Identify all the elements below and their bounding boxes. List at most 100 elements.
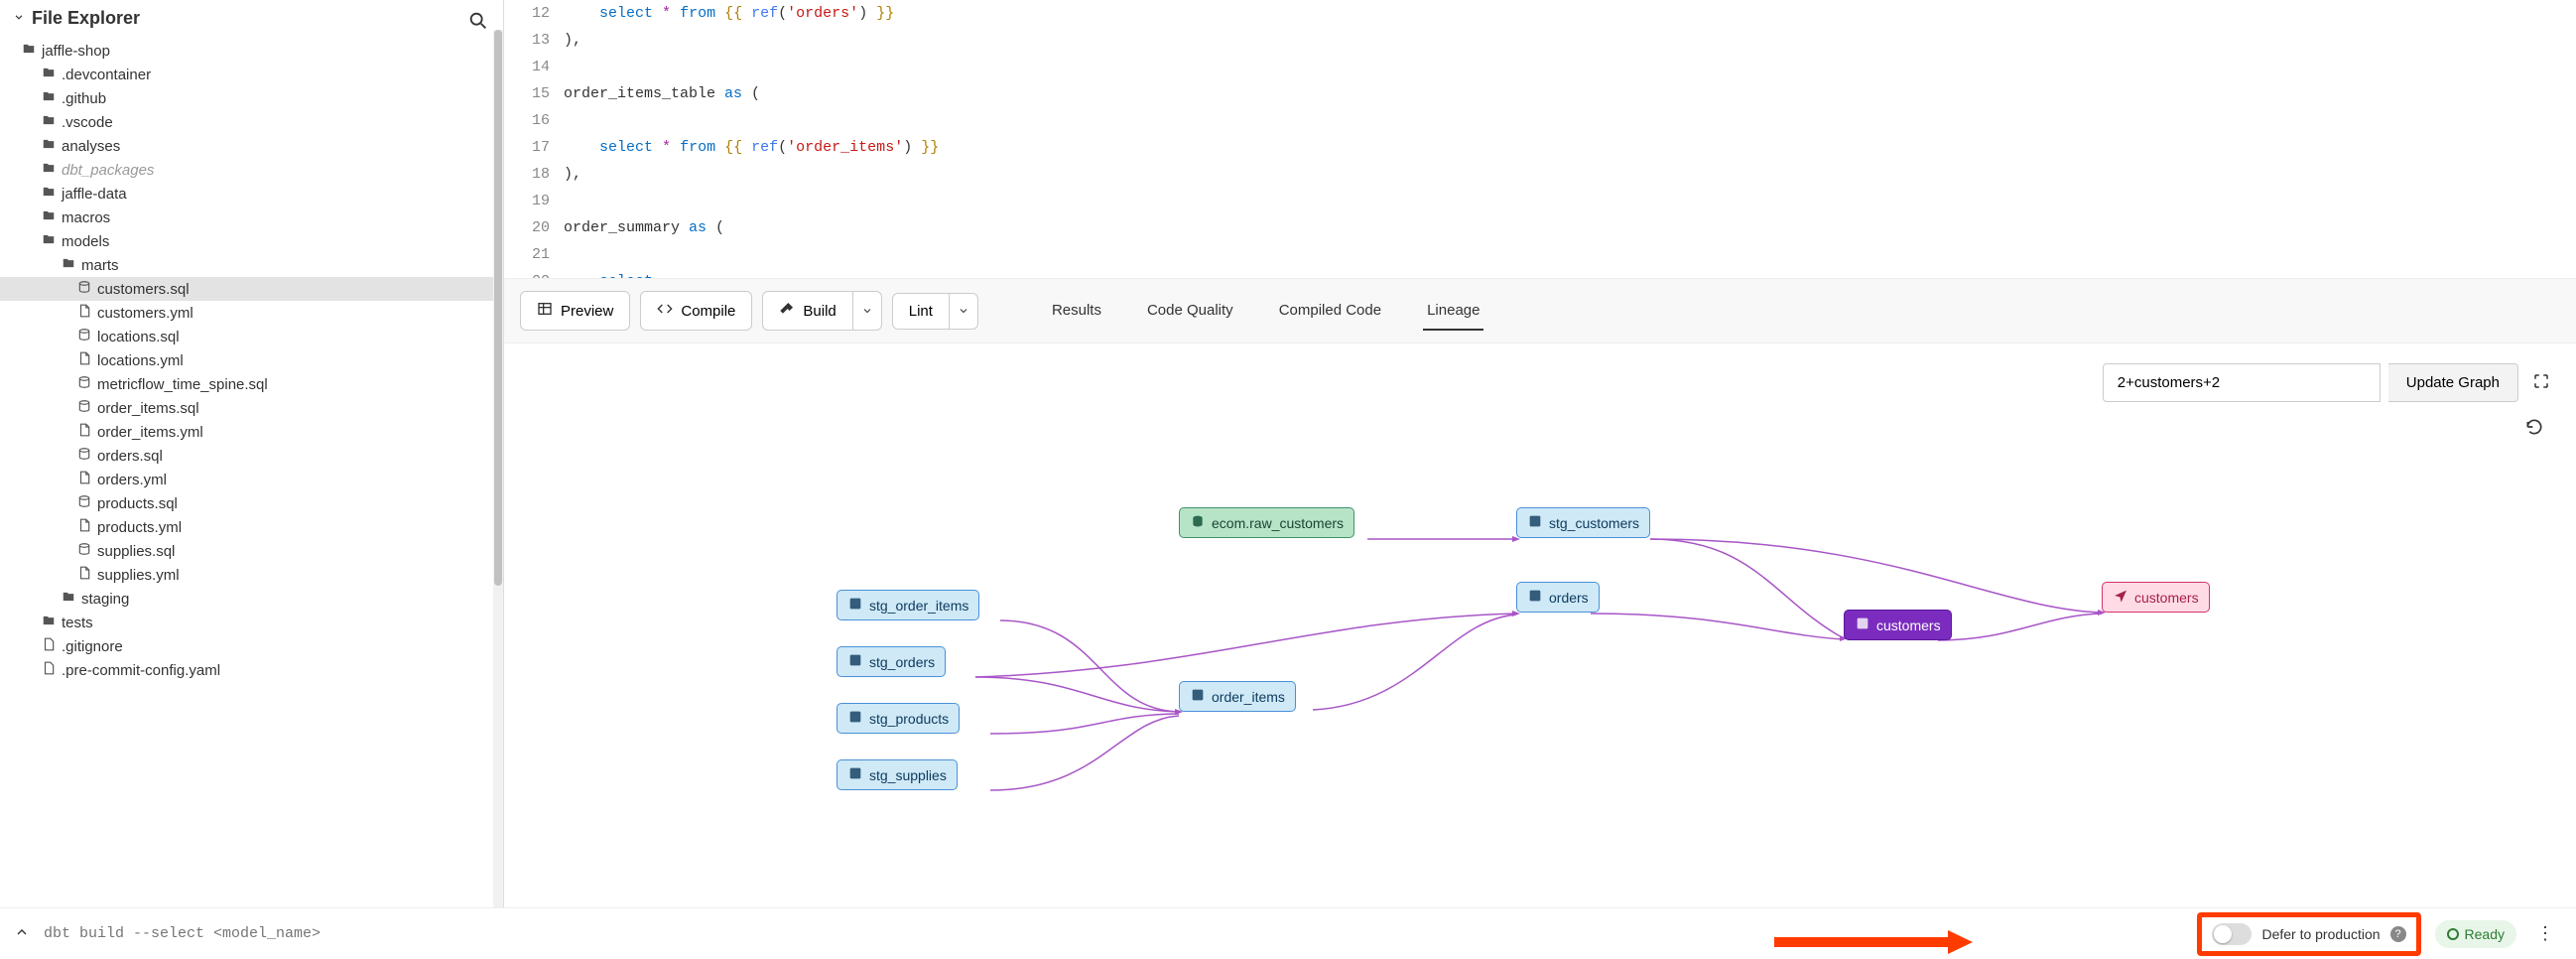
tree-item-jaffle-shop[interactable]: jaffle-shop bbox=[0, 39, 503, 63]
tree-item-label: tests bbox=[62, 615, 93, 631]
lint-button[interactable]: Lint bbox=[892, 293, 950, 330]
editor-gutter: 1213141516171819202122 bbox=[504, 0, 564, 278]
lineage-node-orders[interactable]: orders bbox=[1516, 582, 1600, 613]
tree-item-tests[interactable]: tests bbox=[0, 611, 503, 634]
chevron-up-icon[interactable] bbox=[0, 924, 44, 943]
tree-item-label: customers.yml bbox=[97, 305, 193, 322]
defer-toggle[interactable] bbox=[2212, 923, 2252, 945]
code-line[interactable] bbox=[564, 107, 2576, 134]
lineage-node-raw[interactable]: ecom.raw_customers bbox=[1179, 507, 1354, 538]
file-explorer-sidebar: File Explorer jaffle-shop.devcontainer .g… bbox=[0, 0, 504, 907]
tree-item-locations-yml[interactable]: locations.yml bbox=[0, 348, 503, 372]
editor-code[interactable]: select * from {{ ref('orders') }}), order… bbox=[564, 0, 2576, 278]
ready-badge: Ready bbox=[2435, 920, 2516, 948]
lineage-node-stg_customers[interactable]: stg_customers bbox=[1516, 507, 1650, 538]
tree-item--vscode[interactable]: .vscode bbox=[0, 110, 503, 134]
node-label: stg_products bbox=[869, 711, 949, 727]
model-icon bbox=[847, 709, 863, 728]
tab-results[interactable]: Results bbox=[1048, 292, 1105, 331]
tree-item-orders-sql[interactable]: orders.sql bbox=[0, 444, 503, 468]
model-icon bbox=[847, 652, 863, 671]
tree-item-analyses[interactable]: analyses bbox=[0, 134, 503, 158]
line-number: 14 bbox=[504, 54, 550, 80]
tree-item-products-yml[interactable]: products.yml bbox=[0, 515, 503, 539]
tree-item-supplies-sql[interactable]: supplies.sql bbox=[0, 539, 503, 563]
command-input[interactable] bbox=[44, 925, 504, 942]
scrollbar[interactable] bbox=[493, 30, 503, 907]
sql-icon bbox=[75, 328, 93, 345]
tree-item-models[interactable]: models bbox=[0, 229, 503, 253]
code-line[interactable]: ), bbox=[564, 161, 2576, 188]
tree-item-label: products.sql bbox=[97, 495, 178, 512]
preview-button[interactable]: Preview bbox=[520, 291, 630, 331]
tree-item-label: customers.sql bbox=[97, 281, 190, 298]
tree-item-order-items-yml[interactable]: order_items.yml bbox=[0, 420, 503, 444]
code-editor[interactable]: 1213141516171819202122 select * from {{ … bbox=[504, 0, 2576, 278]
code-line[interactable]: select * from {{ ref('orders') }} bbox=[564, 0, 2576, 27]
tree-item-metricflow-time-spine-sql[interactable]: metricflow_time_spine.sql bbox=[0, 372, 503, 396]
tree-item-staging[interactable]: staging bbox=[0, 587, 503, 611]
code-line[interactable]: order_summary as ( bbox=[564, 214, 2576, 241]
tree-item-locations-sql[interactable]: locations.sql bbox=[0, 325, 503, 348]
tree-item-dbt-packages[interactable]: dbt_packages bbox=[0, 158, 503, 182]
tree-item-macros[interactable]: macros bbox=[0, 206, 503, 229]
lineage-node-stg_orders[interactable]: stg_orders bbox=[837, 646, 946, 677]
lineage-node-customers_exp[interactable]: customers bbox=[2102, 582, 2210, 613]
tree-item-products-sql[interactable]: products.sql bbox=[0, 491, 503, 515]
tree-item--pre-commit-config-yaml[interactable]: .pre-commit-config.yaml bbox=[0, 658, 503, 682]
code-icon bbox=[657, 301, 673, 321]
tree-item-supplies-yml[interactable]: supplies.yml bbox=[0, 563, 503, 587]
build-dropdown[interactable] bbox=[853, 291, 882, 331]
node-label: customers bbox=[2134, 590, 2199, 606]
search-icon[interactable] bbox=[467, 10, 489, 35]
code-line[interactable] bbox=[564, 188, 2576, 214]
sql-icon bbox=[75, 542, 93, 560]
tree-item-marts[interactable]: marts bbox=[0, 253, 503, 277]
lineage-node-order_items[interactable]: order_items bbox=[1179, 681, 1296, 712]
code-line[interactable]: select * from {{ ref('order_items') }} bbox=[564, 134, 2576, 161]
lineage-node-stg_supplies[interactable]: stg_supplies bbox=[837, 759, 958, 790]
model-icon bbox=[847, 596, 863, 615]
kebab-menu-icon[interactable]: ⋮ bbox=[2530, 917, 2560, 950]
help-icon[interactable]: ? bbox=[2390, 926, 2406, 942]
tree-item-label: metricflow_time_spine.sql bbox=[97, 376, 268, 393]
code-line[interactable]: ), bbox=[564, 27, 2576, 54]
code-line[interactable] bbox=[564, 241, 2576, 268]
lineage-node-customers[interactable]: customers bbox=[1844, 610, 1952, 640]
node-label: stg_orders bbox=[869, 654, 935, 670]
tree-item-order-items-sql[interactable]: order_items.sql bbox=[0, 396, 503, 420]
tree-item-label: dbt_packages bbox=[62, 162, 154, 179]
node-label: order_items bbox=[1212, 689, 1285, 705]
folder-icon bbox=[60, 256, 77, 274]
file-explorer-header[interactable]: File Explorer bbox=[0, 0, 503, 37]
defer-label: Defer to production bbox=[2261, 926, 2380, 942]
tab-code-quality[interactable]: Code Quality bbox=[1143, 292, 1237, 331]
node-label: stg_supplies bbox=[869, 767, 947, 783]
lineage-node-stg_products[interactable]: stg_products bbox=[837, 703, 960, 734]
tree-item-customers-sql[interactable]: customers.sql bbox=[0, 277, 503, 301]
tree-item-label: .gitignore bbox=[62, 638, 123, 655]
tree-item--github[interactable]: .github bbox=[0, 86, 503, 110]
tab-compiled-code[interactable]: Compiled Code bbox=[1275, 292, 1385, 331]
lineage-node-stg_order_items[interactable]: stg_order_items bbox=[837, 590, 979, 620]
chevron-down-icon bbox=[958, 305, 969, 317]
code-line[interactable]: order_items_table as ( bbox=[564, 80, 2576, 107]
tree-item--gitignore[interactable]: .gitignore bbox=[0, 634, 503, 658]
lineage-graph[interactable]: ecom.raw_customers stg_customers stg_order… bbox=[504, 343, 2576, 907]
tree-item-customers-yml[interactable]: customers.yml bbox=[0, 301, 503, 325]
tree-item-jaffle-data[interactable]: jaffle-data bbox=[0, 182, 503, 206]
scrollbar-thumb[interactable] bbox=[494, 30, 502, 586]
line-number: 15 bbox=[504, 80, 550, 107]
line-number: 13 bbox=[504, 27, 550, 54]
code-line[interactable] bbox=[564, 54, 2576, 80]
tree-item--devcontainer[interactable]: .devcontainer bbox=[0, 63, 503, 86]
folder-icon bbox=[40, 208, 58, 226]
tree-item-label: models bbox=[62, 233, 109, 250]
tree-item-orders-yml[interactable]: orders.yml bbox=[0, 468, 503, 491]
tree-item-label: .github bbox=[62, 90, 106, 107]
tab-lineage[interactable]: Lineage bbox=[1423, 292, 1483, 331]
build-button[interactable]: Build bbox=[762, 291, 852, 331]
sql-icon bbox=[75, 280, 93, 298]
lint-dropdown[interactable] bbox=[950, 293, 978, 330]
compile-button[interactable]: Compile bbox=[640, 291, 752, 331]
